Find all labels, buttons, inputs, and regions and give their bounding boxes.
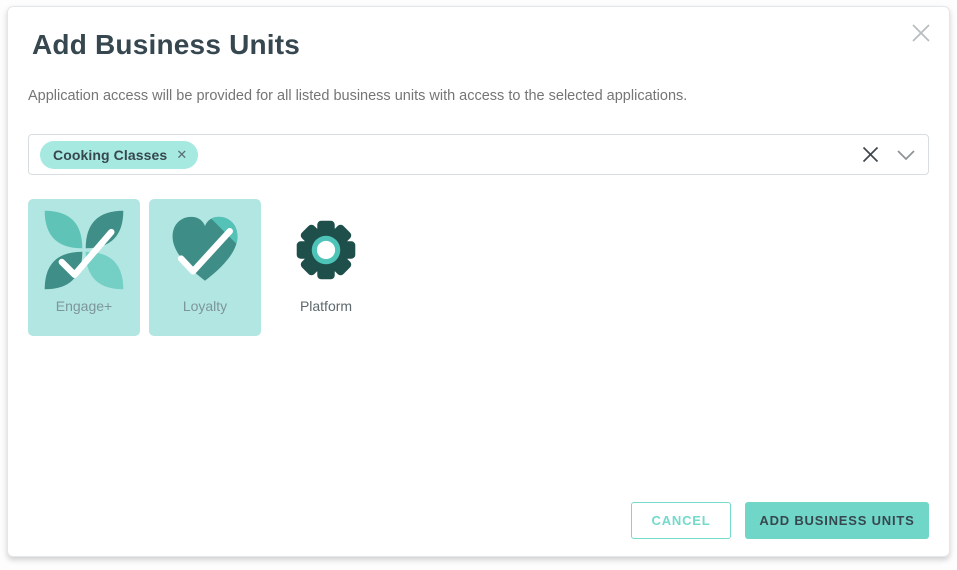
business-units-select-input[interactable]: Cooking Classes ✕ (28, 134, 929, 175)
chevron-down-icon[interactable] (894, 147, 918, 163)
leaf-with-checkmark-icon (43, 209, 125, 291)
app-label: Loyalty (183, 298, 227, 314)
dialog-description: Application access will be provided for … (28, 86, 929, 106)
heart-with-checkmark-icon (164, 209, 246, 291)
close-icon[interactable] (908, 20, 934, 46)
content-spacer (28, 336, 929, 502)
selected-chip: Cooking Classes ✕ (40, 141, 198, 169)
applications-row: Engage+ Loyalty (28, 199, 929, 336)
chip-label: Cooking Classes (53, 147, 167, 163)
add-business-units-button[interactable]: ADD BUSINESS UNITS (745, 502, 929, 539)
dialog-footer: CANCEL ADD BUSINESS UNITS (28, 502, 929, 539)
app-tile-engage[interactable]: Engage+ (28, 199, 140, 336)
add-business-units-dialog: Add Business Units Application access wi… (7, 6, 950, 557)
gear-icon (285, 209, 367, 291)
app-tile-platform[interactable]: Platform (270, 199, 382, 336)
cancel-button[interactable]: CANCEL (631, 502, 731, 539)
app-tile-loyalty[interactable]: Loyalty (149, 199, 261, 336)
app-label: Platform (300, 298, 352, 314)
chip-remove-icon[interactable]: ✕ (176, 148, 187, 161)
app-label: Engage+ (56, 298, 112, 314)
clear-icon[interactable] (859, 143, 882, 166)
dialog-title: Add Business Units (32, 27, 929, 63)
